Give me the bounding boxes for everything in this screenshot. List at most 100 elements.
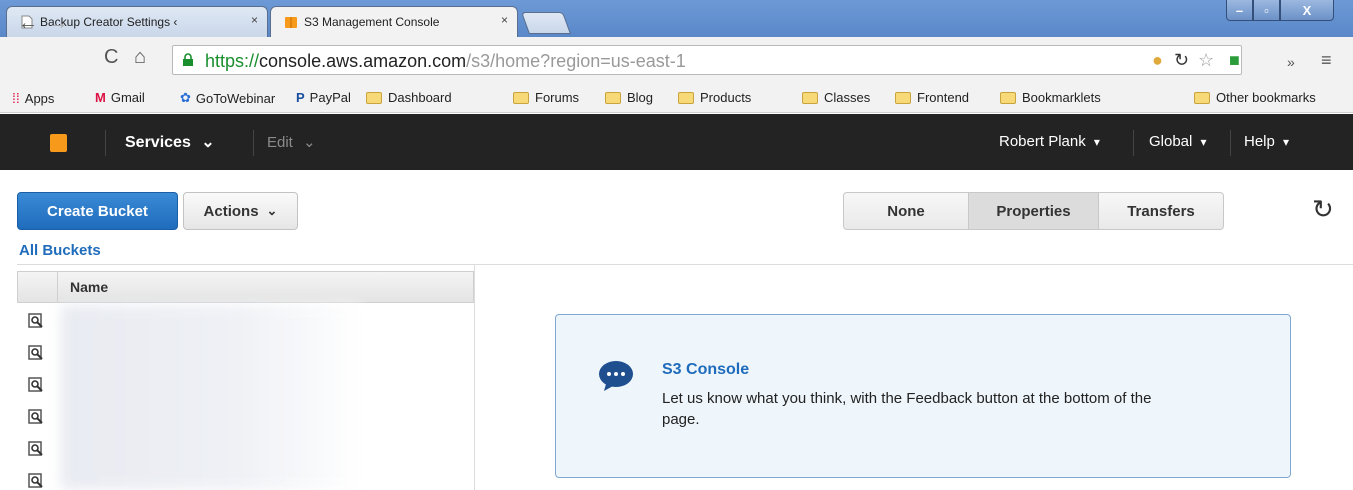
info-text: Let us know what you think, with the Fee… [662, 390, 1152, 428]
overflow-chevron-icon[interactable]: » [1287, 54, 1295, 70]
sync-icon[interactable]: ↻ [1174, 50, 1189, 71]
bookmark-other[interactable]: Other bookmarks [1194, 90, 1316, 105]
folder-icon [895, 91, 911, 104]
edit-label: Edit [267, 134, 293, 151]
bookmark-bookmarklets[interactable]: Bookmarklets [1000, 90, 1101, 105]
chevron-down-icon: ⌄ [266, 203, 278, 218]
caret-down-icon: ▾ [1283, 135, 1290, 149]
help-menu[interactable]: Help ▾ [1244, 133, 1289, 150]
list-header: Name [17, 271, 474, 303]
segment-none[interactable]: None [843, 192, 969, 230]
breadcrumb-all-buckets[interactable]: All Buckets [19, 242, 101, 259]
table-row[interactable] [17, 401, 474, 433]
bookmark-apps[interactable]: ⁞⁞ Apps [12, 90, 54, 106]
aws-navbar: Services ⌄ Edit ⌄ Robert Plank ▾ Global … [0, 114, 1353, 170]
region-menu[interactable]: Global ▾ [1149, 133, 1207, 150]
bookmark-paypal[interactable]: P PayPal [296, 90, 351, 105]
table-row[interactable] [17, 369, 474, 401]
header-checkbox-column [18, 272, 58, 302]
extension-icon[interactable]: ● [1152, 50, 1163, 71]
close-icon[interactable]: × [501, 13, 508, 27]
paypal-icon: P [296, 90, 305, 105]
tab-title: S3 Management Console [304, 14, 440, 29]
close-icon[interactable]: × [251, 13, 258, 27]
segment-transfers[interactable]: Transfers [1098, 192, 1224, 230]
tab-backup-creator[interactable]: Backup Creator Settings ‹ × [6, 6, 268, 37]
caret-down-icon: ▾ [1093, 135, 1100, 149]
bookmark-label: GoToWebinar [195, 90, 276, 106]
bucket-magnifier-icon[interactable] [28, 377, 44, 393]
new-tab-button[interactable] [520, 12, 572, 34]
window-close-button[interactable]: X [1280, 0, 1334, 21]
user-menu[interactable]: Robert Plank ▾ [999, 133, 1100, 150]
bookmark-gmail[interactable]: M Gmail [95, 90, 145, 105]
bookmark-label: Bookmarklets [1022, 90, 1101, 105]
info-title: S3 Console [662, 361, 750, 378]
column-header-name[interactable]: Name [70, 279, 108, 295]
bucket-magnifier-icon[interactable] [28, 441, 44, 457]
folder-icon [678, 91, 694, 104]
bookmark-label: PayPal [309, 90, 351, 105]
speech-bubble-icon [599, 361, 633, 391]
bookmark-label: Blog [627, 90, 654, 105]
bookmark-label: Dashboard [388, 90, 452, 105]
bookmark-frontend[interactable]: Frontend [895, 90, 969, 105]
reload-icon[interactable]: C [104, 46, 118, 69]
services-menu[interactable]: Services ⌄ [125, 132, 215, 152]
home-icon[interactable]: ⌂ [134, 46, 146, 69]
actions-button[interactable]: Actions ⌄ [183, 192, 298, 230]
folder-icon [1194, 91, 1210, 104]
region-label: Global [1149, 133, 1193, 150]
tab-s3-console[interactable]: S3 Management Console × [270, 6, 518, 37]
minimize-button[interactable]: – [1226, 0, 1253, 21]
folder-icon [802, 91, 818, 104]
table-row[interactable] [17, 465, 474, 490]
bookmark-label: Frontend [917, 90, 970, 105]
bucket-magnifier-icon[interactable] [28, 345, 44, 361]
back-arrow-icon[interactable]: ← [18, 12, 38, 35]
extension-robot-icon[interactable]: ■ [1229, 50, 1240, 71]
segment-properties[interactable]: Properties [968, 192, 1099, 230]
url-text: https://console.aws.amazon.com/s3/home?r… [205, 51, 686, 71]
bookmark-classes[interactable]: Classes [802, 90, 870, 105]
bookmark-star-icon[interactable]: ☆ [1198, 50, 1214, 71]
create-bucket-button[interactable]: Create Bucket [17, 192, 178, 230]
table-row[interactable] [17, 433, 474, 465]
folder-icon [366, 91, 382, 104]
chevron-down-icon: ⌄ [201, 134, 215, 151]
bucket-list-pane: Name [17, 265, 475, 490]
bucket-magnifier-icon[interactable] [28, 313, 44, 329]
bucket-magnifier-icon[interactable] [28, 409, 44, 425]
bucket-magnifier-icon[interactable] [28, 473, 44, 489]
forward-arrow-icon[interactable]: → [48, 12, 68, 35]
bookmark-label: Classes [824, 90, 871, 105]
edit-menu[interactable]: Edit ⌄ [267, 133, 316, 151]
folder-icon [513, 91, 529, 104]
help-label: Help [1244, 133, 1275, 150]
bookmark-blog[interactable]: Blog [605, 90, 653, 105]
aws-box-icon [285, 16, 297, 28]
bookmark-gotowebinar[interactable]: ✿ GoToWebinar [180, 90, 275, 106]
bookmark-label: Products [700, 90, 752, 105]
aws-logo-icon[interactable] [50, 134, 67, 152]
nav-divider [253, 130, 254, 156]
actions-label: Actions [203, 202, 259, 220]
bookmark-forums[interactable]: Forums [513, 90, 579, 105]
refresh-icon[interactable]: ↻ [1312, 194, 1334, 225]
apps-grid-icon: ⁞⁞ [12, 90, 20, 106]
table-row[interactable] [17, 337, 474, 369]
nav-divider [1230, 130, 1231, 156]
maximize-button[interactable]: ▫ [1253, 0, 1280, 21]
folder-icon [1000, 91, 1016, 104]
table-row[interactable] [17, 305, 474, 337]
bookmark-label: Gmail [110, 90, 145, 105]
nav-divider [105, 130, 106, 156]
services-label: Services [125, 134, 191, 151]
bookmark-products[interactable]: Products [678, 90, 751, 105]
caret-down-icon: ▾ [1200, 135, 1207, 149]
gotowebinar-icon: ✿ [180, 90, 191, 105]
bookmarks-bar: ⁞⁞ Apps M Gmail ✿ GoToWebinar P PayPal D… [0, 85, 1353, 113]
menu-icon[interactable]: ≡ [1321, 50, 1332, 71]
bookmark-label: Apps [24, 90, 55, 106]
bookmark-dashboard[interactable]: Dashboard [366, 90, 452, 105]
